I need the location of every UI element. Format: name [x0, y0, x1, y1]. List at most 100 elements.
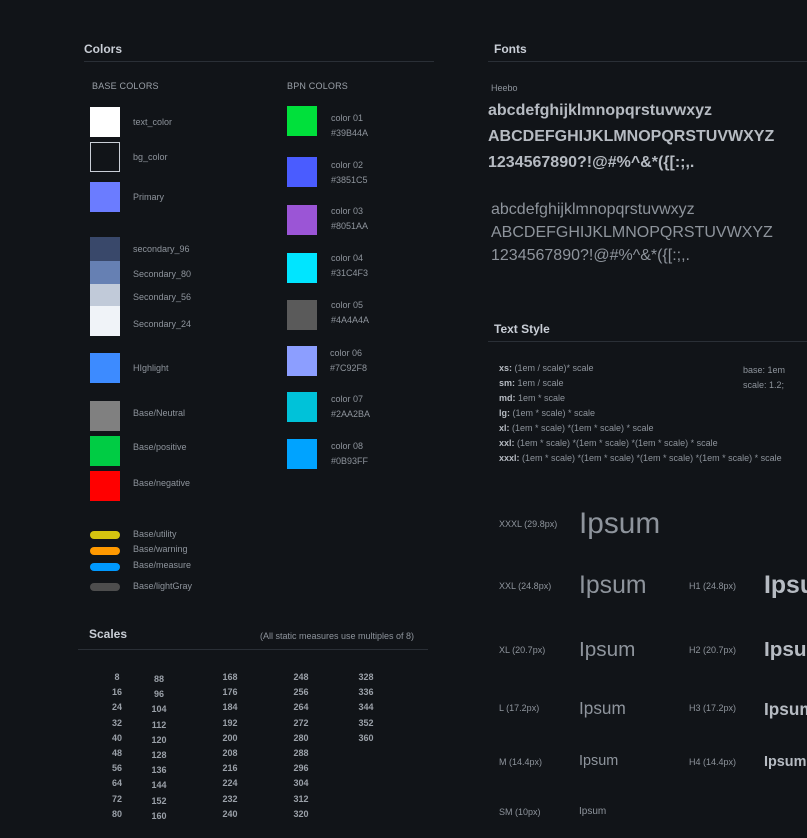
bpn-colors-heading: BPN COLORS	[287, 81, 349, 91]
heading-sample-h3: Ipsum	[764, 699, 807, 719]
bpn-label: color 04 #31C4F3	[331, 253, 369, 278]
font-name: Heebo	[491, 83, 518, 93]
regular-uppercase: ABCDEFGHIJKLMNOPQRSTUVWXYZ	[491, 224, 773, 241]
colors-divider	[84, 61, 434, 62]
bpn-label: color 08 #0B93FF	[331, 441, 369, 466]
colors-title: Colors	[84, 42, 123, 56]
size-sample-sm: Ipsum	[579, 806, 607, 817]
bpn-label: color 01 #39B44A	[331, 113, 369, 138]
bpn-swatch-08	[287, 439, 317, 469]
size-sample-m: Ipsum	[579, 753, 619, 769]
regular-digits: 1234567890?!@#%^&*({[:;,.	[491, 247, 690, 264]
heading-samples: H1 (24.8px) Ipsum H2 (20.7px) Ipsum H3 (…	[680, 560, 807, 800]
heading-label: H1 (24.8px)	[689, 581, 737, 591]
size-label: XXL (24.8px)	[499, 581, 552, 591]
swatch-primary	[90, 182, 120, 212]
bpn-swatch-07	[287, 392, 317, 422]
swatch-label: HIghlight	[133, 363, 169, 373]
size-label: M (14.4px)	[499, 757, 543, 767]
swatch-label: secondary_96	[133, 244, 190, 254]
size-sample-l: Ipsum	[579, 698, 626, 718]
formula-lg: lg: (1em * scale) * scale	[499, 408, 596, 418]
swatch-label: Secondary_80	[133, 269, 192, 279]
size-sample-xxxl: Ipsum	[579, 507, 661, 540]
regular-lowercase: abcdefghijklmnopqrstuvwxyz	[491, 201, 695, 218]
text-style-title: Text Style	[494, 322, 550, 336]
bar-measure	[90, 563, 120, 571]
bar-label: Base/lightGray	[133, 581, 193, 591]
bpn-label: color 03 #8051AA	[331, 206, 369, 231]
swatch-label: text_color	[133, 117, 173, 127]
heading-label: H3 (17.2px)	[689, 703, 737, 713]
swatch-secondary-24	[90, 306, 120, 336]
scale-column: 8 16 24 32 40 48 56 64 72 80	[111, 672, 122, 819]
swatch-label: Base/negative	[133, 478, 191, 488]
swatch-secondary-56	[90, 284, 120, 306]
bpn-swatch-05	[287, 300, 317, 330]
heading-sample-h4: Ipsum	[764, 754, 807, 770]
bold-digits: 1234567890?!@#%^&*({[:;,.	[488, 154, 695, 171]
formula-md: md: 1em * scale	[499, 393, 566, 403]
formula-xxl: xxl: (1em * scale) *(1em * scale) *(1em …	[499, 438, 718, 448]
swatch-text-color	[90, 107, 120, 137]
swatch-label: Base/Neutral	[133, 408, 186, 418]
bar-label: Base/utility	[133, 529, 177, 539]
font-regular-sample: abcdefghijklmnopqrstuvwxyz ABCDEFGHIJKLM…	[491, 198, 773, 267]
bpn-label: color 02 #3851C5	[331, 160, 368, 185]
size-label: XL (20.7px)	[499, 645, 546, 655]
scale-base: base: 1em	[743, 365, 786, 375]
bpn-swatch-06	[287, 346, 317, 376]
swatch-secondary-96	[90, 237, 120, 261]
size-label: L (17.2px)	[499, 703, 540, 713]
scale-column: 168 176 184 192 200 208 216 224 232 240	[222, 672, 238, 819]
bpn-swatch-01	[287, 106, 317, 136]
bpn-swatch-03	[287, 205, 317, 235]
bpn-label: color 05 #4A4A4A	[331, 300, 370, 325]
heading-sample-h2: Ipsum	[764, 638, 807, 661]
formula-xxxl: xxxl: (1em * scale) *(1em * scale) *(1em…	[499, 453, 782, 463]
scale-column: 248 256 264 272 280 288 296 304 312 320	[293, 672, 309, 819]
bar-warning	[90, 547, 120, 555]
swatch-secondary-80	[90, 261, 120, 284]
swatch-highlight	[90, 353, 120, 383]
scale-column: 328 336 344 352 360	[358, 672, 374, 743]
scales-title: Scales	[89, 627, 128, 641]
swatch-label: Primary	[133, 192, 164, 202]
size-label: SM (10px)	[499, 807, 541, 817]
font-bold-sample: abcdefghijklmnopqrstuvwxyz ABCDEFGHIJKLM…	[488, 98, 774, 176]
bar-label: Base/measure	[133, 560, 192, 570]
scales-note: (All static measures use multiples of 8)	[260, 631, 415, 641]
size-sample-xl: Ipsum	[579, 638, 636, 661]
bar-lightgray	[90, 583, 120, 591]
heading-label: H2 (20.7px)	[689, 645, 737, 655]
bar-utility	[90, 531, 120, 539]
formula-sm: sm: 1em / scale	[499, 378, 564, 388]
scales-divider	[78, 649, 428, 650]
scale-formulas: xs: (1em / scale)* scale sm: 1em / scale…	[499, 361, 782, 466]
text-style-divider	[488, 341, 807, 342]
fonts-title: Fonts	[494, 42, 527, 56]
size-label: XXXL (29.8px)	[499, 519, 558, 529]
bold-uppercase: ABCDEFGHIJKLMNOPQRSTUVWXYZ	[488, 128, 775, 145]
fonts-divider	[488, 61, 807, 62]
formula-xs: xs: (1em / scale)* scale	[499, 363, 594, 373]
swatch-label: Secondary_24	[133, 319, 192, 329]
formula-xl: xl: (1em * scale) *(1em * scale) * scale	[499, 423, 654, 433]
swatch-label: Secondary_56	[133, 292, 192, 302]
bpn-label: color 07 #2AA2BA	[331, 394, 371, 419]
heading-label: H4 (14.4px)	[689, 757, 737, 767]
scale-column: 88 96 104 112 120 128 136 144 152 160	[151, 674, 167, 821]
swatch-positive	[90, 436, 120, 466]
bpn-label: color 06 #7C92F8	[330, 348, 368, 373]
swatch-negative	[90, 471, 120, 501]
swatch-label: Base/positive	[133, 442, 187, 452]
swatch-neutral	[90, 401, 120, 431]
scale-factor: scale: 1.2;	[743, 380, 785, 390]
swatch-label: bg_color	[133, 152, 168, 162]
bpn-swatch-02	[287, 157, 317, 187]
bpn-swatch-04	[287, 253, 317, 283]
swatch-bg-color	[90, 142, 120, 172]
heading-sample-h1: Ipsum	[764, 572, 807, 599]
bold-lowercase: abcdefghijklmnopqrstuvwxyz	[488, 102, 713, 119]
bar-label: Base/warning	[133, 544, 188, 554]
